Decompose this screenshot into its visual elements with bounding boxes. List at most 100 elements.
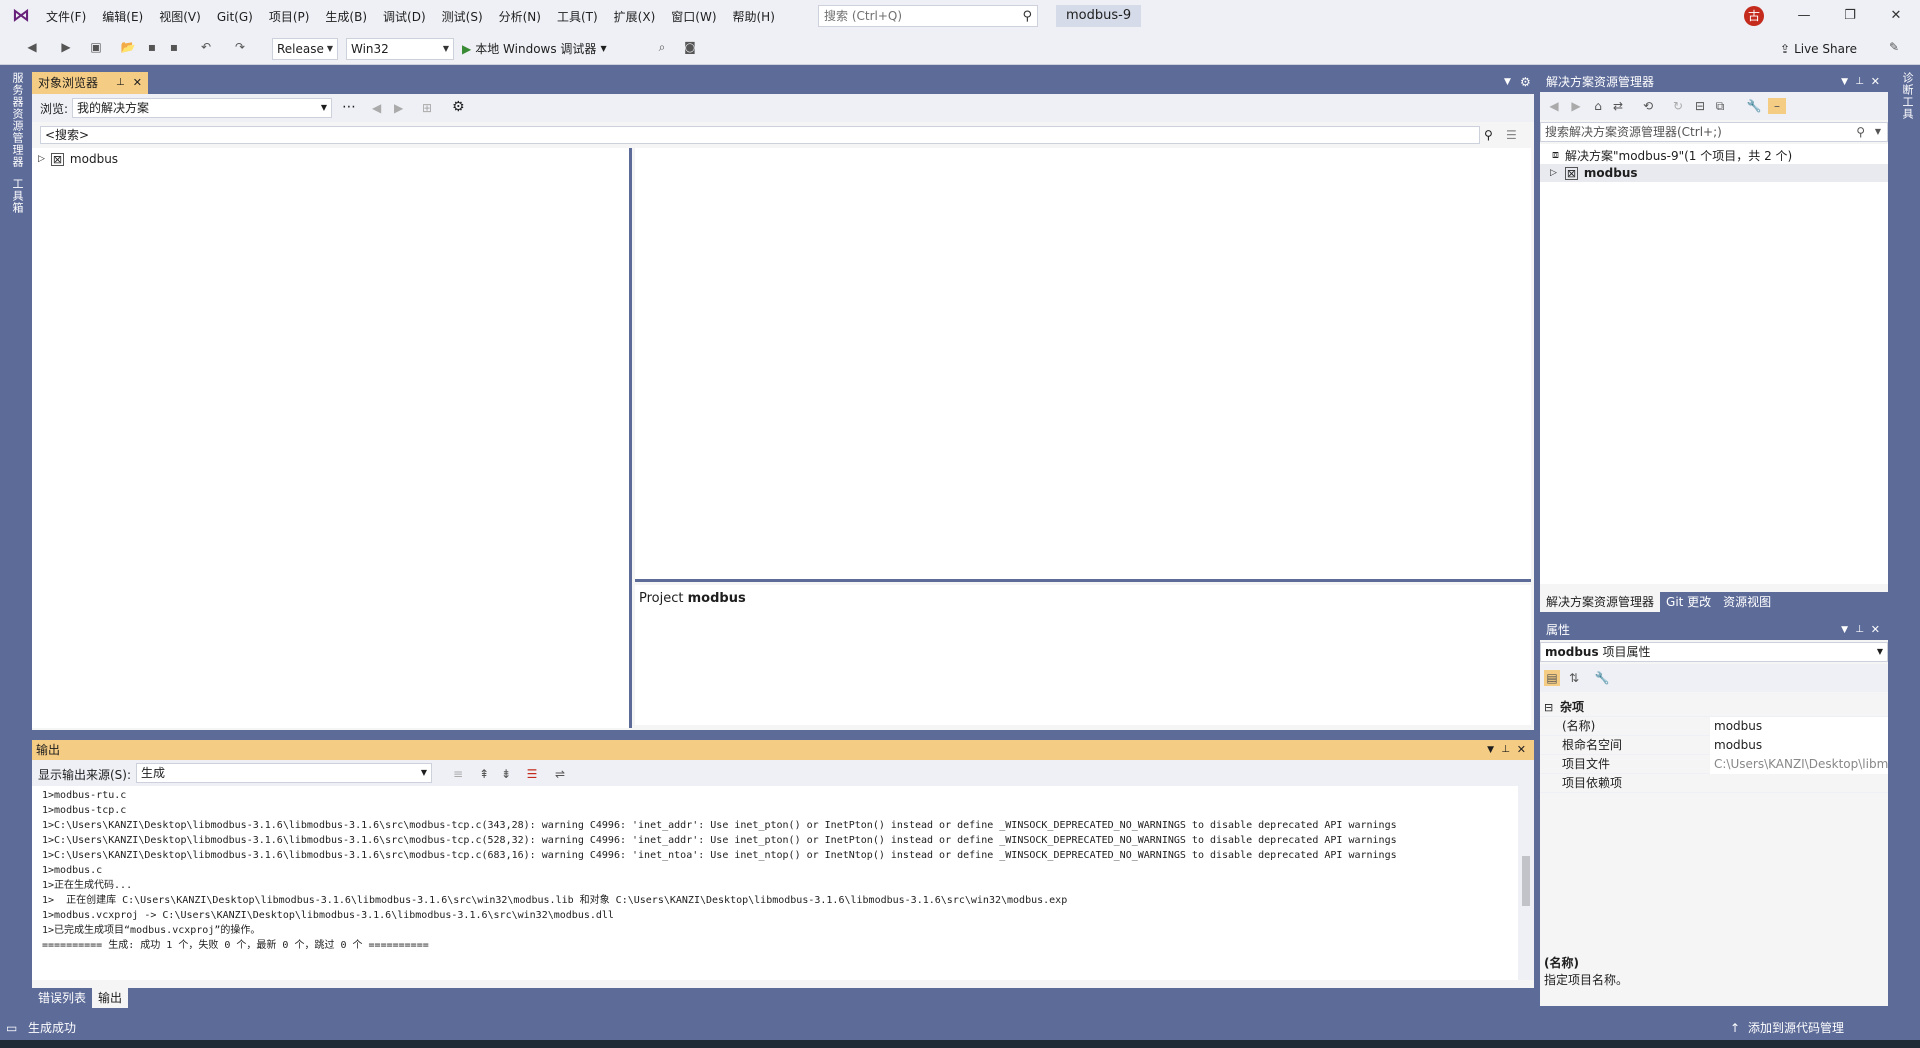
close-icon[interactable]: ✕ xyxy=(133,72,142,94)
close-icon[interactable]: ✕ xyxy=(1871,620,1880,640)
gear-icon[interactable]: ⚙ xyxy=(452,99,465,115)
search-icon[interactable]: ⚲ xyxy=(1022,7,1032,27)
server-explorer-tab[interactable]: 服务器资源管理器 xyxy=(9,72,25,168)
back-icon[interactable]: ◀ xyxy=(372,101,381,115)
add-to-source-control-button[interactable]: 添加到源代码管理 xyxy=(1748,1016,1844,1040)
save-all-icon[interactable]: ▪ xyxy=(166,39,182,55)
pending-changes-icon[interactable]: ⟲ xyxy=(1640,98,1656,114)
property-category[interactable]: ⊟ 杂项 xyxy=(1540,698,1888,717)
platform-dropdown[interactable]: Win32 ▼ xyxy=(346,38,454,60)
menu-item[interactable]: 编辑(E) xyxy=(94,6,151,27)
minimize-icon[interactable]: — xyxy=(1784,4,1824,28)
open-file-icon[interactable]: 📂 xyxy=(120,39,136,55)
pin-icon[interactable]: ⊥ xyxy=(1855,72,1864,92)
output-scrollbar[interactable] xyxy=(1518,786,1534,980)
close-icon[interactable]: ✕ xyxy=(1871,72,1880,92)
pin-icon[interactable]: ⊥ xyxy=(1501,740,1510,760)
previous-message-icon[interactable]: ⇞ xyxy=(476,766,492,782)
menu-item[interactable]: 调试(D) xyxy=(375,6,434,27)
collapse-icon[interactable]: ⊟ xyxy=(1544,698,1553,717)
start-debugging-button[interactable]: ▶ 本地 Windows 调试器 ▼ xyxy=(462,38,607,60)
tab-git-changes[interactable]: Git 更改 xyxy=(1660,592,1717,612)
browse-scope-dropdown[interactable]: 我的解决方案 ▼ xyxy=(72,98,332,118)
add-reference-icon[interactable]: ⊞ xyxy=(422,101,432,115)
tab-solution-explorer[interactable]: 解决方案资源管理器 xyxy=(1540,592,1661,612)
categorized-icon[interactable]: ▤ xyxy=(1544,670,1560,686)
menu-item[interactable]: 帮助(H) xyxy=(725,6,783,27)
property-value[interactable]: C:\Users\KANZI\Desktop\libm xyxy=(1710,755,1888,774)
menu-item[interactable]: 文件(F) xyxy=(38,6,94,27)
menu-item[interactable]: 视图(V) xyxy=(151,6,209,27)
find-message-icon[interactable]: ≡ xyxy=(450,766,466,782)
search-input[interactable]: 搜索 (Ctrl+Q) ⚲ xyxy=(818,5,1038,27)
tab-output[interactable]: 输出 xyxy=(92,988,129,1008)
forward-icon[interactable]: ▶ xyxy=(394,101,403,115)
pin-icon[interactable]: ⊥ xyxy=(1855,620,1864,640)
home-icon[interactable]: ⌂ xyxy=(1590,98,1606,114)
find-in-files-icon[interactable]: ⌕ xyxy=(654,39,670,55)
output-text[interactable]: 1>modbus-rtu.c 1>modbus-tcp.c 1>C:\Users\K… xyxy=(32,786,1518,980)
menu-item[interactable]: 扩展(X) xyxy=(606,6,664,27)
scrollbar-thumb[interactable] xyxy=(1522,856,1530,906)
redo-icon[interactable]: ↷ xyxy=(232,39,248,55)
chevron-down-icon[interactable]: ▼ xyxy=(1841,620,1848,640)
configuration-dropdown[interactable]: Release ▼ xyxy=(272,38,338,60)
output-source-dropdown[interactable]: 生成 ▼ xyxy=(136,763,432,783)
close-icon[interactable]: ✕ xyxy=(1876,4,1916,28)
preview-icon[interactable]: – xyxy=(1768,98,1786,114)
toolbox-tab[interactable]: 工具箱 xyxy=(9,178,25,214)
more-icon[interactable]: ⋯ xyxy=(342,99,356,115)
menu-item[interactable]: Git(G) xyxy=(209,8,261,26)
alphabetical-icon[interactable]: ⇅ xyxy=(1566,670,1582,686)
gear-icon[interactable]: ⚙ xyxy=(1520,75,1531,89)
tree-item-modbus[interactable]: ▷ ⊠ modbus xyxy=(38,150,118,168)
tab-error-list[interactable]: 错误列表 xyxy=(32,988,92,1008)
menu-item[interactable]: 项目(P) xyxy=(261,6,318,27)
avatar[interactable]: 古 xyxy=(1744,6,1764,26)
visual-studio-logo-icon[interactable]: ⋈ xyxy=(8,5,34,27)
save-icon[interactable]: ▪ xyxy=(144,39,160,55)
pin-icon[interactable]: ⊥ xyxy=(116,72,125,94)
switch-views-icon[interactable]: ⇄ xyxy=(1610,98,1626,114)
property-row[interactable]: 项目依赖项 xyxy=(1540,774,1888,793)
screenshot-icon[interactable]: ◙ xyxy=(682,39,698,55)
list-icon[interactable]: ☰ xyxy=(1506,128,1517,142)
clear-all-icon[interactable]: ☰ xyxy=(524,766,540,782)
restore-icon[interactable]: ❐ xyxy=(1830,4,1870,28)
new-project-icon[interactable]: ▣ xyxy=(88,39,104,55)
property-pages-icon[interactable]: 🔧 xyxy=(1594,670,1610,686)
properties-wrench-icon[interactable]: 🔧 xyxy=(1746,98,1762,114)
property-row[interactable]: 项目文件 C:\Users\KANZI\Desktop\libm xyxy=(1540,755,1888,774)
expand-icon[interactable]: ▷ xyxy=(1550,168,1557,178)
forward-icon[interactable]: ▶ xyxy=(1568,98,1584,114)
show-all-files-icon[interactable]: ⧉ xyxy=(1712,98,1728,114)
next-message-icon[interactable]: ⇟ xyxy=(498,766,514,782)
back-icon[interactable]: ◀ xyxy=(24,39,40,55)
close-icon[interactable]: ✕ xyxy=(1517,740,1526,760)
menu-item[interactable]: 分析(N) xyxy=(491,6,549,27)
back-icon[interactable]: ◀ xyxy=(1546,98,1562,114)
properties-object-selector[interactable]: modbus 项目属性 ▼ xyxy=(1540,642,1888,662)
object-browser-search-input[interactable]: <搜索> xyxy=(40,126,1480,144)
chevron-down-icon[interactable]: ▼ xyxy=(1875,123,1881,141)
tab-resource-view[interactable]: 资源视图 xyxy=(1717,592,1777,612)
word-wrap-icon[interactable]: ⇌ xyxy=(552,766,568,782)
menu-item[interactable]: 生成(B) xyxy=(317,6,375,27)
menu-item[interactable]: 测试(S) xyxy=(434,6,491,27)
feedback-icon[interactable]: ✎ xyxy=(1886,39,1902,55)
collapse-all-icon[interactable]: ⊟ xyxy=(1692,98,1708,114)
menu-item[interactable]: 窗口(W) xyxy=(663,6,724,27)
undo-icon[interactable]: ↶ xyxy=(198,39,214,55)
live-share-button[interactable]: ⇪ Live Share xyxy=(1780,38,1857,60)
sync-icon[interactable]: ↻ xyxy=(1670,98,1686,114)
expand-icon[interactable]: ▷ xyxy=(38,154,45,164)
property-row[interactable]: (名称) modbus xyxy=(1540,717,1888,736)
search-icon[interactable]: ⚲ xyxy=(1856,123,1865,141)
search-icon[interactable]: ⚲ xyxy=(1484,128,1493,142)
tree-item-modbus[interactable]: ▷ ⊠ modbus xyxy=(1540,164,1888,182)
forward-icon[interactable]: ▶ xyxy=(58,39,74,55)
diagnostics-tab[interactable]: 诊断工具 xyxy=(1899,72,1915,120)
menu-item[interactable]: 工具(T) xyxy=(549,6,606,27)
solution-explorer-search-input[interactable]: 搜索解决方案资源管理器(Ctrl+;) ⚲ ▼ xyxy=(1540,122,1888,142)
chevron-down-icon[interactable]: ▼ xyxy=(1841,72,1848,92)
